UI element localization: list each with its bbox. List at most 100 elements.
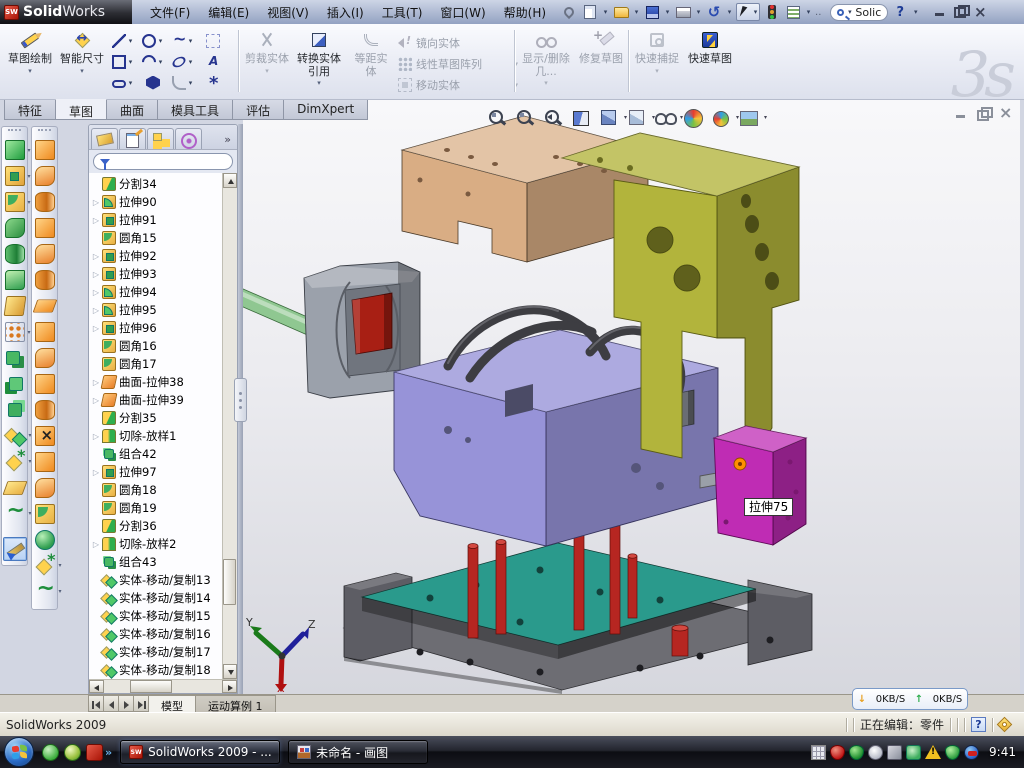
ribbon-tab[interactable]: 模具工具 xyxy=(157,100,233,120)
featuremanager-tab[interactable] xyxy=(91,128,118,149)
start-button[interactable] xyxy=(4,737,34,767)
open-icon[interactable] xyxy=(612,3,630,21)
feature-tree-item[interactable]: 组合43 xyxy=(91,553,222,571)
dropdown-arrow-icon[interactable] xyxy=(664,4,671,20)
feature-tree-item[interactable]: 实体-移动/复制16 xyxy=(91,625,222,643)
menu-item[interactable]: 插入(I) xyxy=(319,1,372,24)
options-icon[interactable] xyxy=(784,3,802,21)
expander-icon[interactable] xyxy=(91,306,101,315)
menu-item[interactable]: 工具(T) xyxy=(374,1,431,24)
tab-model[interactable]: 模型 xyxy=(148,695,196,712)
lofted-boss-icon[interactable] xyxy=(5,270,25,290)
expander-icon[interactable] xyxy=(91,216,101,225)
revolved-surface-icon[interactable] xyxy=(35,166,55,186)
plane-icon[interactable] xyxy=(2,481,27,495)
new-document-icon[interactable] xyxy=(581,3,599,21)
configurationmanager-tab[interactable] xyxy=(147,128,174,149)
network-speed-widget[interactable]: ↓ 0KB/S ↑ 0KB/S xyxy=(852,688,968,710)
menu-item[interactable]: 文件(F) xyxy=(142,1,198,24)
feature-tree-item[interactable]: 拉伸95 xyxy=(91,301,222,319)
previous-tab-button[interactable] xyxy=(103,695,119,712)
dropdown-arrow-icon[interactable] xyxy=(514,81,518,89)
thicken-icon[interactable] xyxy=(35,374,55,394)
point-tool[interactable] xyxy=(198,72,228,93)
fillet-icon[interactable] xyxy=(5,192,25,212)
ribbon-tab[interactable]: 曲面 xyxy=(106,100,158,120)
expander-icon[interactable] xyxy=(91,468,101,477)
repair-sketch-button[interactable]: 修复草图 xyxy=(578,28,624,66)
circle-tool[interactable] xyxy=(138,30,168,51)
instant3d-button[interactable] xyxy=(3,537,27,561)
dropdown-arrow-icon[interactable] xyxy=(764,114,767,121)
taskbar-window-paint[interactable]: 未命名 - 画图 xyxy=(288,740,428,764)
model-nozzle-insert[interactable] xyxy=(352,293,392,354)
scrollbar-thumb[interactable] xyxy=(130,680,172,693)
warning-icon[interactable] xyxy=(925,745,941,759)
tag-icon[interactable] xyxy=(997,717,1013,733)
security-shield-icon[interactable] xyxy=(849,745,864,760)
sync-icon[interactable] xyxy=(906,745,921,760)
messenger-status-icon[interactable] xyxy=(964,745,979,760)
last-tab-button[interactable] xyxy=(133,695,149,712)
pin-icon[interactable] xyxy=(560,3,578,21)
convert-entities-button[interactable]: 转换实体引用 xyxy=(294,28,344,87)
status-help-icon[interactable]: ? xyxy=(971,717,986,732)
model-side-block[interactable] xyxy=(714,426,806,545)
feature-tree-item[interactable]: 实体-移动/复制14 xyxy=(91,589,222,607)
solidworks-launcher-icon[interactable] xyxy=(86,744,103,761)
restore-button[interactable] xyxy=(953,6,967,18)
tab-motion-study[interactable]: 运动算例 1 xyxy=(195,695,276,712)
print-icon[interactable] xyxy=(674,3,692,21)
undo-icon[interactable] xyxy=(705,3,723,21)
offset-entities-button[interactable]: 等距实体 xyxy=(350,28,392,78)
scroll-up-button[interactable] xyxy=(223,173,237,188)
arc-tool[interactable] xyxy=(138,51,168,72)
save-icon[interactable] xyxy=(643,3,661,21)
first-tab-button[interactable] xyxy=(88,695,104,712)
minimize-button[interactable] xyxy=(933,6,947,18)
expander-icon[interactable] xyxy=(91,288,101,297)
ribbon-tab[interactable]: 草图 xyxy=(55,99,107,120)
feature-tree-item[interactable]: 拉伸94 xyxy=(91,283,222,301)
feature-tree-item[interactable]: 实体-移动/复制17 xyxy=(91,643,222,661)
dropdown-arrow-icon[interactable] xyxy=(695,4,702,20)
language-keyboard-icon[interactable] xyxy=(811,745,826,760)
feature-tree-item[interactable]: 拉伸91 xyxy=(91,211,222,229)
ruled-surface-icon[interactable] xyxy=(35,400,55,420)
sketch-button[interactable]: 草图绘制 xyxy=(6,28,54,75)
scrollbar-thumb[interactable] xyxy=(223,559,236,605)
draft-icon[interactable] xyxy=(3,296,26,316)
zoom-to-fit-icon[interactable] xyxy=(487,108,507,128)
doc-minimize-button[interactable] xyxy=(955,108,968,119)
feature-tree-item[interactable]: 曲面-拉伸39 xyxy=(91,391,222,409)
select-tool[interactable] xyxy=(736,3,760,21)
taskbar-window-solidworks[interactable]: SW SolidWorks 2009 - ... xyxy=(120,740,280,764)
reference-geometry-icon[interactable] xyxy=(35,556,55,576)
menu-item[interactable]: 视图(V) xyxy=(259,1,317,24)
propertymanager-tab[interactable] xyxy=(119,128,146,149)
certificate-badge-icon[interactable] xyxy=(868,745,883,760)
feature-tree-item[interactable]: 曲面-拉伸38 xyxy=(91,373,222,391)
volume-icon[interactable] xyxy=(887,745,902,760)
edit-appearance-icon[interactable] xyxy=(683,108,703,128)
split-body-icon[interactable] xyxy=(8,403,22,417)
toolbar-drag-handle[interactable] xyxy=(8,129,21,135)
feature-tree-item[interactable]: 切除-放样2 xyxy=(91,535,222,553)
scroll-left-button[interactable] xyxy=(89,680,104,693)
sketch-text-tool[interactable] xyxy=(198,51,228,72)
linear-sketch-pattern-button[interactable]: 线性草图阵列 xyxy=(398,53,518,74)
view-orientation-icon[interactable] xyxy=(599,108,619,128)
dropdown-arrow-icon[interactable] xyxy=(602,4,609,20)
feature-tree-item[interactable]: 圆角18 xyxy=(91,481,222,499)
replace-face-icon[interactable] xyxy=(35,452,55,472)
view-settings-icon[interactable] xyxy=(739,108,759,128)
fillet-surface-icon[interactable] xyxy=(35,504,55,524)
feature-tree-item[interactable]: 实体-移动/复制18 xyxy=(91,661,222,679)
expander-icon[interactable] xyxy=(91,324,101,333)
rebuild-icon[interactable] xyxy=(763,3,781,21)
feature-tree-item[interactable]: 拉伸90 xyxy=(91,193,222,211)
delete-face-icon[interactable] xyxy=(35,426,55,446)
tree-vertical-scrollbar[interactable] xyxy=(222,173,237,679)
ribbon-tab[interactable]: DimXpert xyxy=(283,100,368,120)
feature-tree-item[interactable]: 分割36 xyxy=(91,517,222,535)
